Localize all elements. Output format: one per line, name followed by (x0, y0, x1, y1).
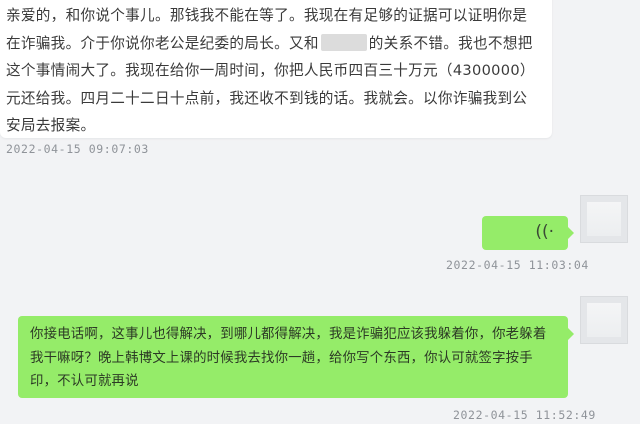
outgoing-message-text: 你接电话啊，这事儿也得解决，到哪儿都得解决，我是诈骗犯应该我躲着你，你老躲着我干… (30, 327, 547, 389)
voice-message-timestamp: 2022-04-15 11:03:04 (446, 258, 589, 272)
redacted-name (320, 33, 367, 51)
message-timestamp: 2022-04-15 09:07:03 (6, 142, 149, 156)
avatar[interactable] (580, 195, 628, 243)
incoming-message-text: 亲爱的，和你说个事儿。那钱我不能在等了。我现在有足够的证据可以证明你是在诈骗我。… (6, 2, 538, 140)
avatar[interactable] (580, 296, 628, 344)
outgoing-message-bubble[interactable]: 你接电话啊，这事儿也得解决，到哪儿都得解决，我是诈骗犯应该我躲着你，你老躲着我干… (18, 316, 574, 398)
voice-wave-icon: ((· (535, 222, 554, 242)
voice-message-bubble[interactable]: ((· (482, 216, 574, 250)
outgoing-message-timestamp: 2022-04-15 11:52:49 (453, 408, 596, 422)
incoming-message-bubble[interactable]: 亲爱的，和你说个事儿。那钱我不能在等了。我现在有足够的证据可以证明你是在诈骗我。… (0, 0, 552, 138)
chat-window: 亲爱的，和你说个事儿。那钱我不能在等了。我现在有足够的证据可以证明你是在诈骗我。… (0, 0, 640, 424)
